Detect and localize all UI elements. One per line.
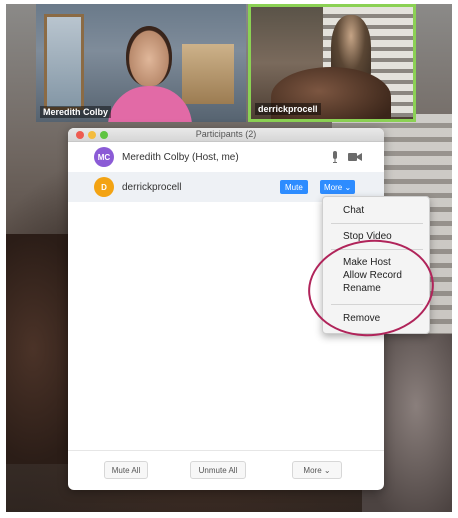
- mute-participant-button[interactable]: Mute: [280, 180, 308, 194]
- panel-title: Participants (2): [195, 129, 257, 139]
- participant-row[interactable]: MC Meredith Colby (Host, me): [68, 142, 384, 172]
- menu-divider: [331, 223, 423, 224]
- participant-name: derrickprocell: [122, 181, 182, 193]
- panel-footer: Mute All Unmute All More ⌄: [68, 450, 384, 490]
- person-head: [126, 26, 172, 86]
- footer-more-button[interactable]: More ⌄: [292, 461, 342, 479]
- more-options-button[interactable]: More ⌄: [320, 180, 356, 194]
- avatar: MC: [94, 147, 114, 167]
- microphone-icon[interactable]: [332, 151, 338, 163]
- video-thumbnail-derrick[interactable]: derrickprocell: [248, 4, 416, 122]
- unmute-all-button[interactable]: Unmute All: [190, 461, 246, 479]
- panel-titlebar: Participants (2): [68, 128, 384, 142]
- mute-all-button[interactable]: Mute All: [104, 461, 148, 479]
- person-body: [108, 86, 192, 122]
- thumbnail-name-label: Meredith Colby: [40, 106, 112, 118]
- video-camera-icon[interactable]: [348, 152, 362, 162]
- menu-item-chat[interactable]: Chat: [343, 205, 364, 216]
- thumbnail-name-label: derrickprocell: [255, 103, 321, 115]
- participant-name: Meredith Colby (Host, me): [122, 151, 239, 163]
- window-shape: [44, 14, 84, 110]
- avatar: D: [94, 177, 114, 197]
- shelf-shape: [182, 44, 234, 104]
- video-thumbnail-meredith[interactable]: Meredith Colby: [36, 4, 246, 122]
